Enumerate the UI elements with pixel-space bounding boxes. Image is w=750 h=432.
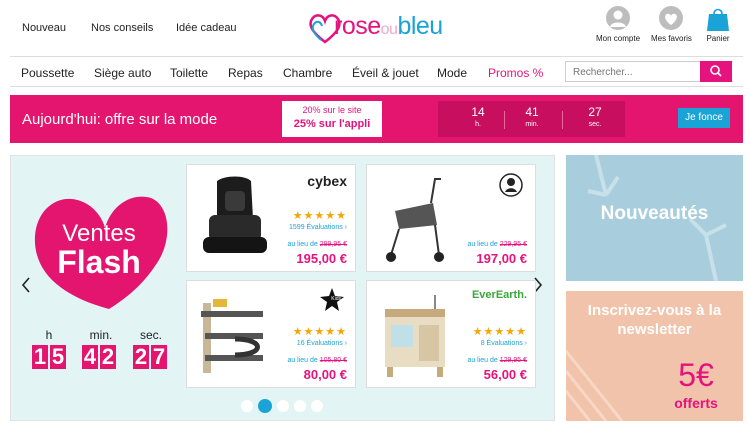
old-price: au lieu de 299,95 € <box>287 241 347 248</box>
brand-badge-icon <box>499 173 523 197</box>
flash-unit-minutes: min. <box>89 328 113 342</box>
product-price: 56,00 € <box>483 367 527 382</box>
search-icon <box>710 65 722 77</box>
nav-item-chambre[interactable]: Chambre <box>283 66 332 80</box>
je-fonce-button[interactable]: Je fonce <box>678 108 730 128</box>
countdown-hours: 14 h. <box>471 105 485 128</box>
nav-item-eveil-jouet[interactable]: Éveil & jouet <box>352 66 419 80</box>
nav-item-toilette[interactable]: Toilette <box>170 66 208 80</box>
flash-digit: 1 <box>32 344 48 369</box>
nav-item-promos[interactable]: Promos % <box>488 66 543 80</box>
carousel-dot-active[interactable] <box>258 399 272 413</box>
nav-item-poussette[interactable]: Poussette <box>21 66 74 80</box>
countdown-seconds: 27 sec. <box>588 105 602 128</box>
carousel-prev-button[interactable] <box>21 276 31 300</box>
product-price: 197,00 € <box>476 251 527 266</box>
newsletter-banner[interactable]: Inscrivez-vous à la newsletter 5€ offerts <box>566 291 743 421</box>
rating-stars: ★★★★★ <box>292 210 347 222</box>
product-card[interactable]: au lieu de 229,95 € 197,00 € <box>366 164 536 272</box>
user-icon <box>606 6 630 30</box>
nav-item-repas[interactable]: Repas <box>228 66 263 80</box>
nav-item-siege-auto[interactable]: Siège auto <box>94 66 151 80</box>
flash-title-2: Flash <box>57 244 141 280</box>
product-price: 195,00 € <box>296 251 347 266</box>
flash-digit: 7 <box>151 344 167 369</box>
favorites-button[interactable]: Mes favoris <box>651 6 692 43</box>
carousel-dot[interactable] <box>294 400 306 412</box>
product-card[interactable]: cybex ★★★★★ 1599 Évaluations › au lieu d… <box>186 164 356 272</box>
nav-item-mode[interactable]: Mode <box>437 66 467 80</box>
toy-garage-image <box>201 299 263 373</box>
product-card[interactable]: EverEarth. ★★★★★ 8 Évaluations › au lieu… <box>366 280 536 388</box>
heart-icon <box>659 6 683 30</box>
old-price: au lieu de 129,95 € <box>467 357 527 364</box>
promo-countdown: 14 h. 41 min. 27 sec. <box>438 101 625 137</box>
carousel-dot[interactable] <box>277 400 289 412</box>
newsletter-title: Inscrivez-vous à la newsletter <box>587 302 722 338</box>
product-card[interactable]: Kids ★★★★★ 16 Évaluations › au lieu de 1… <box>186 280 356 388</box>
promo-offer-box: 20% sur le site 25% sur l'appli <box>282 101 382 137</box>
countdown-minutes: 41 min. <box>525 105 539 128</box>
promo-title: Aujourd'hui: offre sur la mode <box>22 111 218 128</box>
flash-unit-hours: h <box>45 328 53 342</box>
new-arrivals-title: Nouveautés <box>600 203 709 224</box>
nav-divider-top <box>10 56 743 57</box>
carousel-dot[interactable] <box>241 400 253 412</box>
product-brand: EverEarth. <box>471 289 527 301</box>
link-nouveau[interactable]: Nouveau <box>22 22 66 34</box>
link-nos-conseils[interactable]: Nos conseils <box>91 22 153 34</box>
favorites-label: Mes favoris <box>651 34 692 43</box>
rating-count-link[interactable]: 16 Évaluations › <box>297 340 347 347</box>
promo-offer-site: 20% sur le site <box>302 105 362 115</box>
flash-digit: 5 <box>50 344 66 369</box>
header: Nouveau Nos conseils Idée cadeau roseoub… <box>0 0 750 58</box>
newsletter-offer: offerts <box>674 395 718 411</box>
old-price: au lieu de 229,95 € <box>467 241 527 248</box>
product-brand: Kids <box>331 296 341 302</box>
search-button[interactable] <box>700 61 732 82</box>
promo-offer-app: 25% sur l'appli <box>293 118 371 130</box>
flash-sale-carousel: Ventes Flash h min. sec. 1 5 4 2 2 7 cyb… <box>10 155 555 421</box>
stroller-image <box>386 178 444 262</box>
account-label: Mon compte <box>596 34 641 43</box>
countdown-separator <box>562 111 563 129</box>
rating-count-link[interactable]: 8 Évaluations › <box>481 340 527 347</box>
newsletter-amount: 5€ <box>678 357 714 393</box>
rating-stars: ★★★★★ <box>472 326 527 338</box>
cart-label: Panier <box>706 34 730 43</box>
account-button[interactable]: Mon compte <box>596 6 640 43</box>
flash-digit: 4 <box>82 344 98 369</box>
cart-button[interactable]: Panier <box>704 6 732 43</box>
nav-divider-bottom <box>10 86 743 87</box>
rating-count-link[interactable]: 1599 Évaluations › <box>289 224 347 231</box>
rating-stars: ★★★★★ <box>292 326 347 338</box>
carousel-dot[interactable] <box>311 400 323 412</box>
promo-band[interactable]: Aujourd'hui: offre sur la mode 20% sur l… <box>10 95 743 143</box>
flash-unit-seconds: sec. <box>139 328 162 342</box>
shopping-bag-icon <box>707 8 729 31</box>
link-idee-cadeau[interactable]: Idée cadeau <box>176 22 237 34</box>
new-arrivals-banner[interactable]: Nouveautés <box>566 155 743 281</box>
old-price: au lieu de 105,80 € <box>287 357 347 364</box>
flash-digit: 2 <box>100 344 116 369</box>
countdown-separator <box>504 111 505 129</box>
chevron-left-icon <box>21 277 30 293</box>
product-brand: cybex <box>307 173 347 189</box>
product-price: 80,00 € <box>303 367 347 382</box>
play-kitchen-image <box>385 295 445 377</box>
car-seat-image <box>203 176 267 253</box>
logo-text: roseoubleu <box>334 12 443 40</box>
flash-digit: 2 <box>133 344 149 369</box>
logo[interactable]: roseoubleu <box>308 6 448 48</box>
